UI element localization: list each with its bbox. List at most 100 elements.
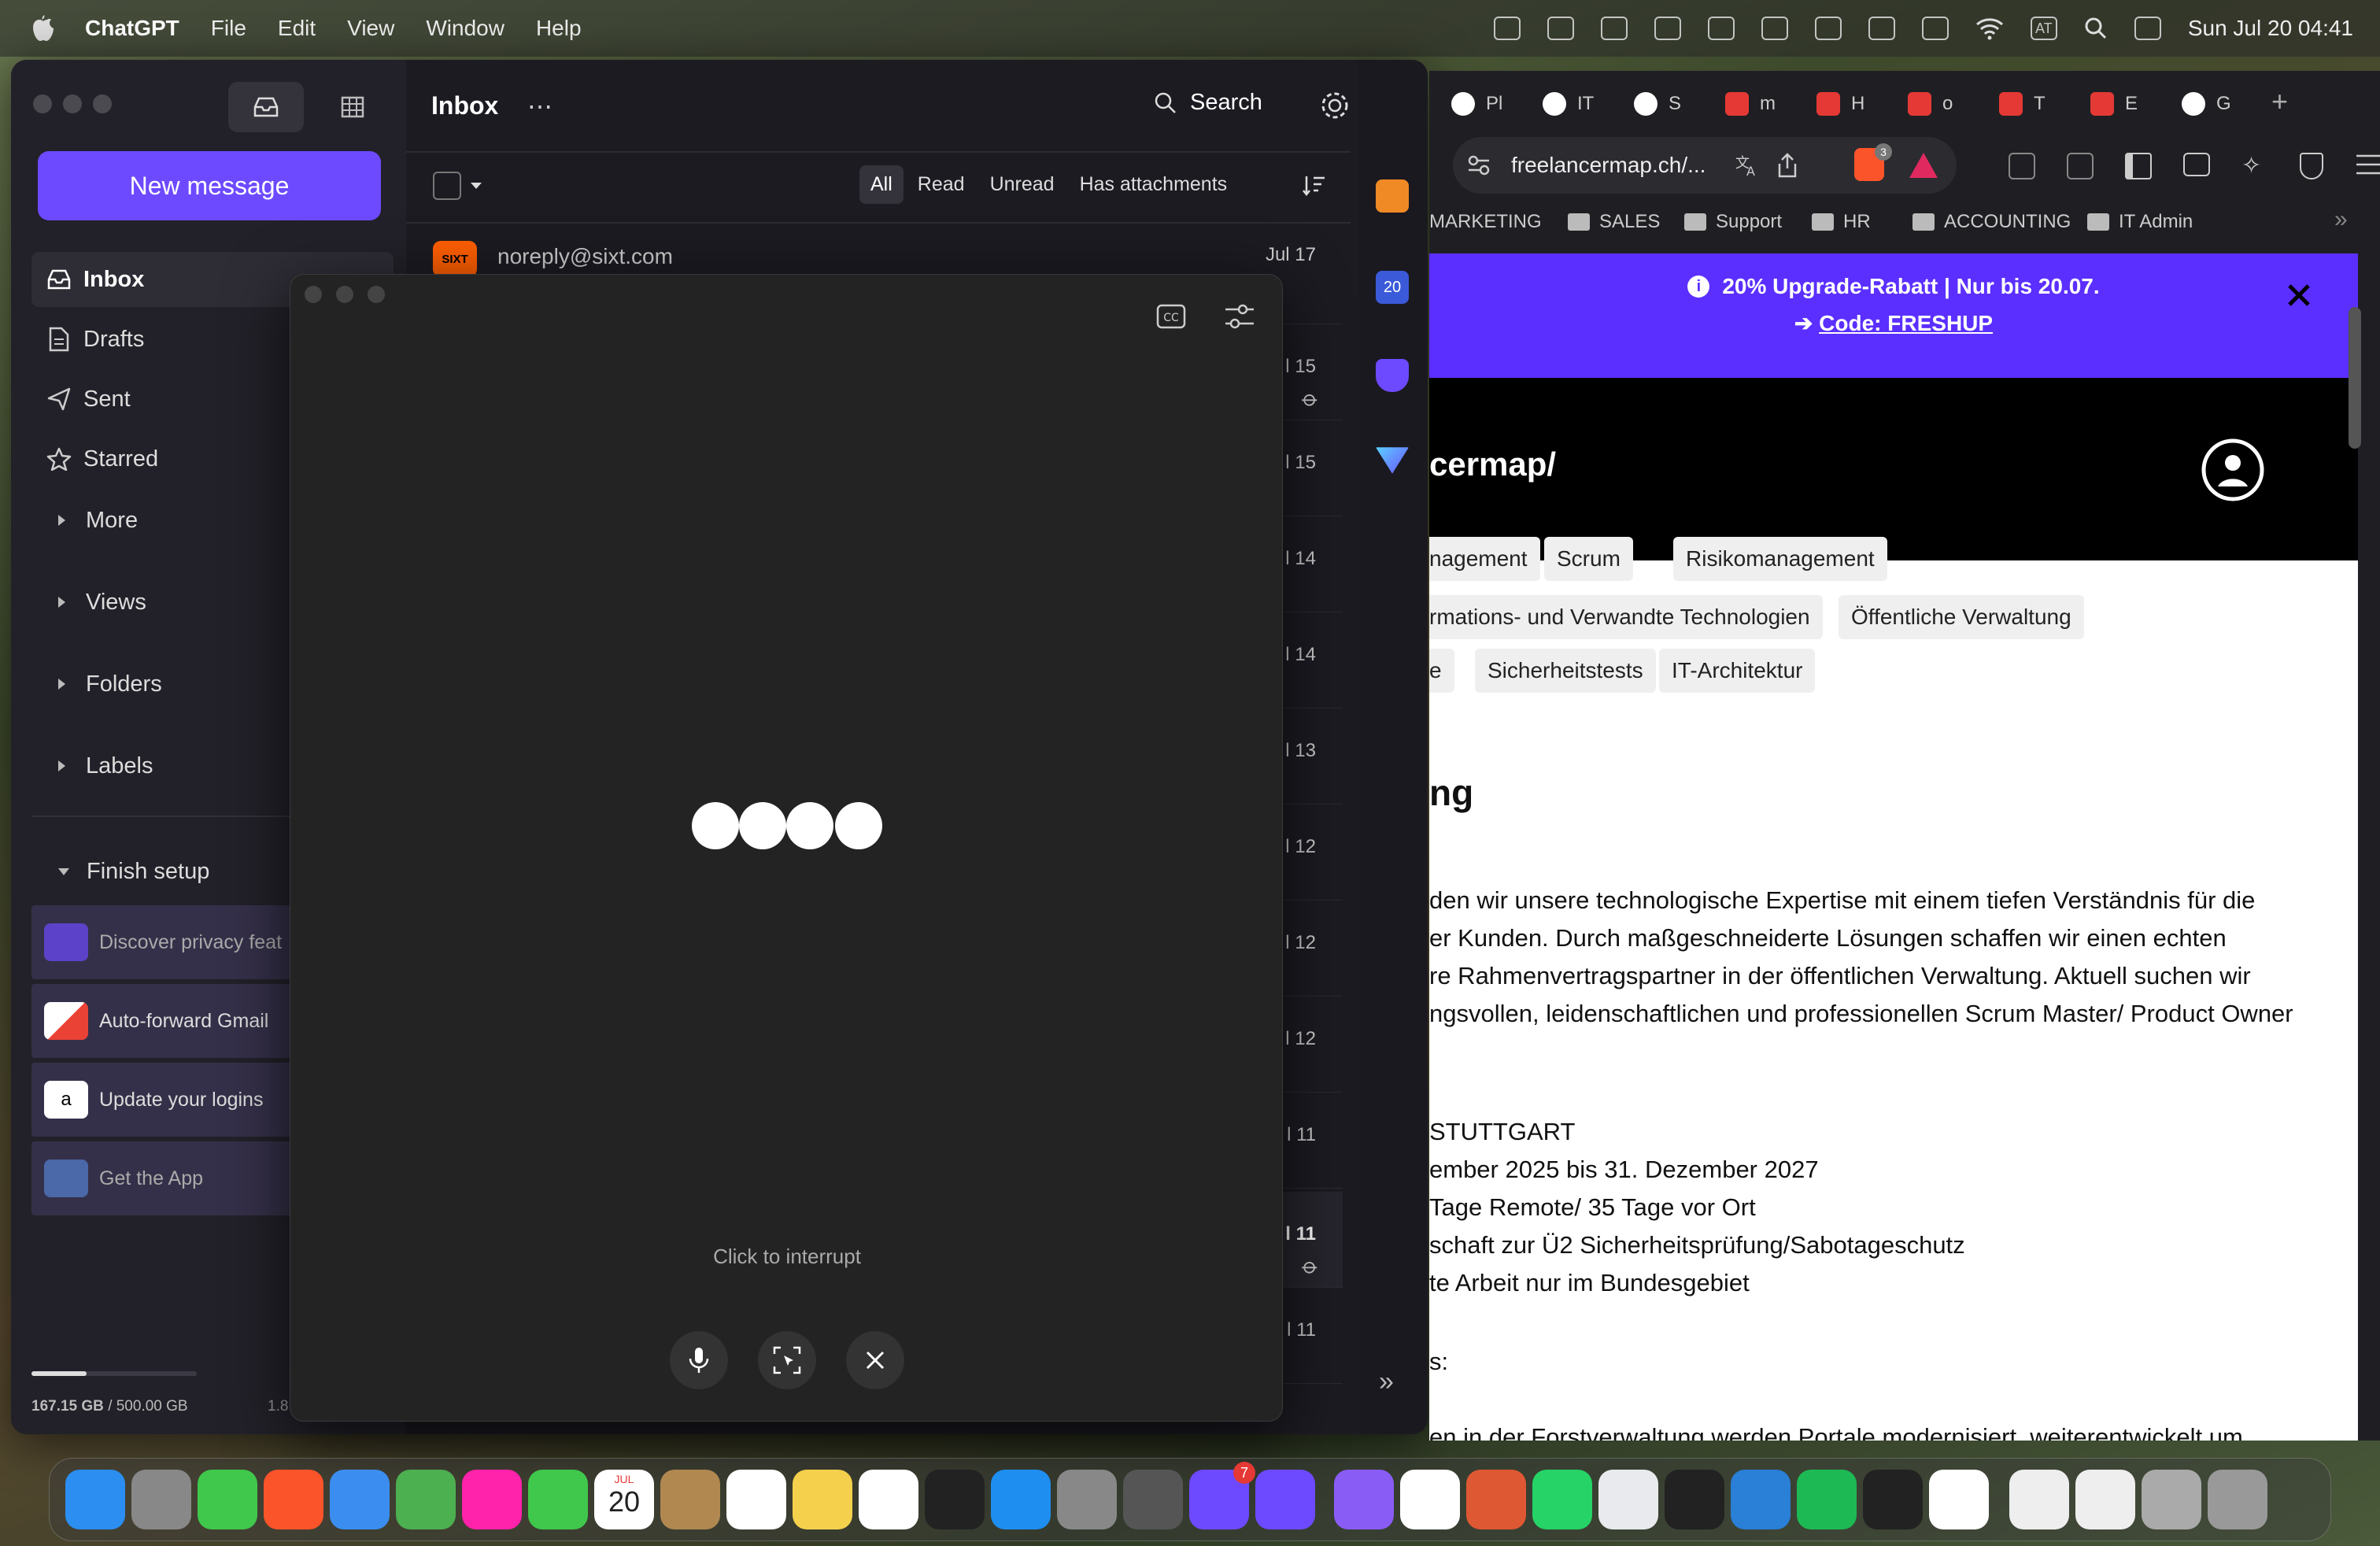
search-button[interactable]: Search [1154, 90, 1262, 116]
downloads-icon[interactable] [2142, 1470, 2201, 1529]
duckduckgo-icon[interactable] [1466, 1470, 1526, 1529]
minimize-window-button[interactable] [63, 94, 82, 113]
close-window-button[interactable] [33, 94, 52, 113]
focus-status-icon[interactable] [1761, 17, 1788, 40]
calendar-icon[interactable]: JUL 20 [594, 1470, 654, 1529]
mail-icon[interactable] [330, 1470, 390, 1529]
vpn-shield-icon[interactable] [2300, 153, 2323, 179]
proton-vpn-icon[interactable] [1255, 1470, 1315, 1529]
finder-icon[interactable] [65, 1470, 125, 1529]
account-icon[interactable] [2201, 438, 2265, 502]
contacts-app-icon[interactable] [1376, 179, 1409, 213]
filter-all[interactable]: All [859, 165, 904, 204]
extensions-icon[interactable] [2009, 153, 2035, 179]
close-icon[interactable] [2287, 283, 2311, 307]
settings-sliders-icon[interactable] [1224, 301, 1255, 331]
sort-icon[interactable] [1302, 173, 1327, 198]
notion-status-icon[interactable] [1654, 17, 1681, 40]
new-tab-button[interactable]: + [2271, 85, 2288, 118]
bookmark-folder[interactable]: IT Admin [2087, 211, 2193, 233]
browser-tab[interactable]: H [1816, 82, 1864, 126]
calendar-app-icon[interactable]: 20 [1376, 271, 1409, 304]
more-options-button[interactable]: ⋯ [527, 91, 552, 121]
menu-view[interactable]: View [347, 16, 394, 41]
play-status-icon[interactable] [1868, 17, 1895, 40]
screenshot-icon[interactable] [2067, 153, 2094, 179]
end-voice-button[interactable] [846, 1331, 904, 1389]
browser-tab[interactable]: o [1908, 82, 1953, 126]
zoom-window-button[interactable] [93, 94, 112, 113]
notes-icon[interactable] [793, 1470, 852, 1529]
documents-icon[interactable] [2009, 1470, 2069, 1529]
reminders-icon[interactable] [726, 1470, 786, 1529]
menu-edit[interactable]: Edit [278, 16, 316, 41]
bookmark-folder[interactable]: SALES [1568, 211, 1660, 233]
site-logo[interactable]: cermap/ [1429, 446, 1556, 483]
vpn-status-icon[interactable] [1547, 17, 1574, 40]
chatgpt-status-icon[interactable] [1493, 17, 1521, 40]
trash-icon[interactable] [2208, 1470, 2267, 1529]
app-menu[interactable]: ChatGPT [85, 16, 179, 41]
maps-icon[interactable] [396, 1470, 456, 1529]
proton-pass-icon[interactable] [1334, 1470, 1394, 1529]
menu-window[interactable]: Window [426, 16, 504, 41]
filter-read[interactable]: Read [907, 165, 976, 204]
grammarly-status-icon[interactable] [1600, 17, 1628, 40]
calendar-view-toggle[interactable] [315, 82, 390, 132]
hamburger-menu-icon[interactable] [2355, 153, 2380, 176]
freeform-icon[interactable] [859, 1470, 918, 1529]
captions-icon[interactable]: CC [1156, 303, 1188, 330]
skill-chip[interactable]: IT-Architektur [1659, 649, 1816, 693]
bookmarks-overflow-icon[interactable]: » [2334, 206, 2348, 233]
leo-ai-icon[interactable]: ✧ [2241, 153, 2268, 179]
spotlight-search-icon[interactable] [2084, 17, 2108, 40]
mail-view-toggle[interactable] [228, 82, 304, 132]
skill-chip[interactable]: e [1429, 649, 1454, 693]
chatgpt-icon[interactable] [1929, 1470, 1989, 1529]
select-all-checkbox[interactable] [433, 172, 461, 200]
zoom-window-button[interactable] [368, 286, 385, 303]
brave-rewards-icon[interactable] [1909, 153, 1938, 178]
select-menu-caret-icon[interactable] [471, 183, 482, 189]
share-icon[interactable] [1776, 153, 1798, 178]
menu-file[interactable]: File [211, 16, 246, 41]
browser-tab[interactable]: G [2182, 82, 2231, 126]
gear-icon[interactable] [1319, 90, 1351, 121]
close-window-button[interactable] [305, 286, 322, 303]
iphone-mirroring-icon[interactable] [1123, 1470, 1183, 1529]
files-icon[interactable] [2075, 1470, 2135, 1529]
appstore-icon[interactable] [991, 1470, 1051, 1529]
filter-unread[interactable]: Unread [979, 165, 1066, 204]
skill-chip[interactable]: Öffentliche Verwaltung [1839, 595, 2084, 639]
input-source-indicator[interactable]: AT [2030, 17, 2057, 40]
bookmark-folder[interactable]: MARKETING [1429, 211, 1542, 233]
bookmark-folder[interactable]: ACCOUNTING [1913, 211, 2071, 233]
settings-icon[interactable] [1057, 1470, 1117, 1529]
tv-icon[interactable] [925, 1470, 985, 1529]
apple-icon[interactable] [30, 14, 55, 43]
battery-icon[interactable] [1921, 17, 1949, 40]
vscode-icon[interactable] [1731, 1470, 1791, 1529]
browser-tab[interactable]: Pl [1451, 82, 1502, 126]
menu-help[interactable]: Help [536, 16, 582, 41]
sidebar-toggle-icon[interactable] [2125, 153, 2152, 179]
messages-icon[interactable] [198, 1470, 257, 1529]
translate-icon[interactable]: 文A [1734, 153, 1761, 177]
skill-chip[interactable]: rmations- und Verwandte Technologien [1429, 595, 1823, 639]
interrupt-hint[interactable]: Click to interrupt [290, 1245, 1284, 1269]
wifi-icon[interactable] [1975, 17, 2004, 40]
wallet-icon[interactable] [2183, 153, 2210, 176]
vpn-app-icon[interactable] [1376, 447, 1409, 474]
expand-rail-icon[interactable]: » [1379, 1367, 1394, 1397]
skill-chip[interactable]: Risikomanagement [1673, 537, 1887, 581]
spotify-icon[interactable] [1797, 1470, 1857, 1529]
launchpad-icon[interactable] [131, 1470, 191, 1529]
skill-chip[interactable]: nagement [1429, 537, 1540, 581]
screen-share-button[interactable] [758, 1331, 816, 1389]
chrome-icon[interactable] [1598, 1470, 1658, 1529]
proton-mail-icon[interactable]: 7 [1189, 1462, 1255, 1529]
contacts-icon[interactable] [660, 1470, 720, 1529]
browser-tab[interactable]: IT [1543, 82, 1594, 126]
filter-has-attachments[interactable]: Has attachments [1069, 165, 1239, 204]
scrollbar[interactable] [2349, 307, 2361, 449]
